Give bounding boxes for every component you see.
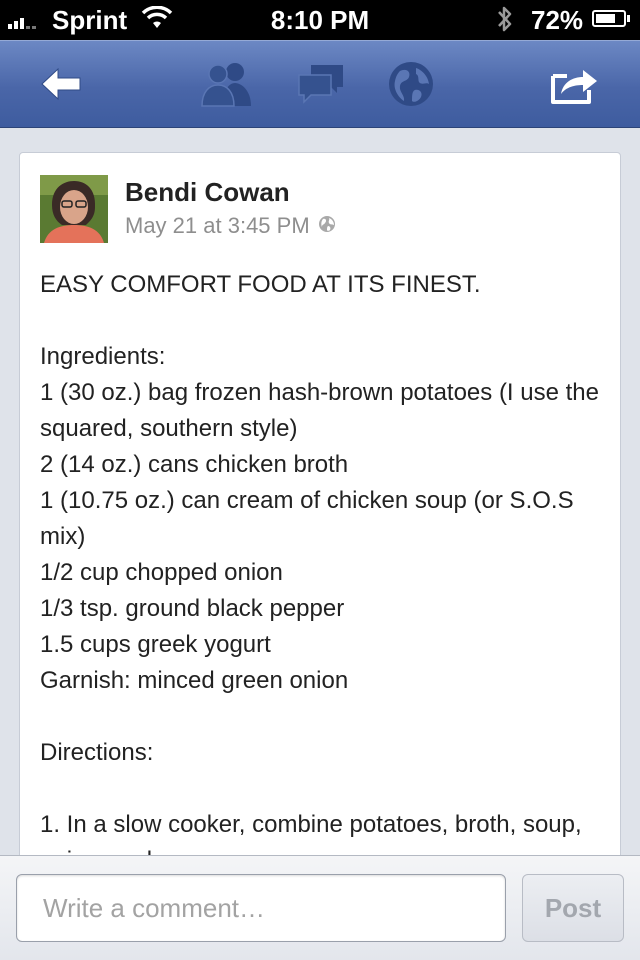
top-nav-bar [0, 40, 640, 128]
post-meta: May 21 at 3:45 PM [125, 213, 336, 239]
comment-input[interactable] [16, 874, 506, 942]
ingredient-line: 2 (14 oz.) cans chicken broth [40, 451, 349, 478]
messages-icon[interactable] [290, 55, 352, 113]
ingredient-line: 1 (30 oz.) bag frozen hash-brown potatoe… [40, 379, 599, 442]
ingredient-line: 1/3 tsp. ground black pepper [40, 595, 345, 622]
back-arrow-icon[interactable] [30, 55, 92, 113]
public-globe-icon [318, 213, 336, 239]
friend-requests-icon[interactable] [196, 55, 258, 113]
notifications-globe-icon[interactable] [380, 55, 442, 113]
directions-heading: Directions: [40, 739, 154, 766]
ingredient-line: 1 (10.75 oz.) can cream of chicken soup … [40, 487, 574, 550]
post-body: EASY COMFORT FOOD AT ITS FINEST. Ingredi… [40, 267, 600, 871]
post-author-name[interactable]: Bendi Cowan [125, 177, 290, 208]
ingredient-line: 1/2 cup chopped onion [40, 559, 283, 586]
avatar[interactable] [40, 175, 108, 243]
status-bar: Sprint 8:10 PM 72% [0, 0, 640, 40]
bluetooth-icon [496, 4, 514, 41]
post-comment-button[interactable]: Post [522, 874, 624, 942]
comment-bar: Post [0, 855, 640, 960]
post-card: Bendi Cowan May 21 at 3:45 PM EASY COMFO… [19, 152, 621, 872]
ingredient-line: Garnish: minced green onion [40, 667, 349, 694]
battery-percentage: 72% [531, 5, 584, 35]
share-icon[interactable] [544, 55, 606, 113]
ingredient-line: 1.5 cups greek yogurt [40, 631, 271, 658]
ingredients-heading: Ingredients: [40, 343, 166, 370]
battery-icon [592, 10, 630, 27]
post-title: EASY COMFORT FOOD AT ITS FINEST. [40, 271, 481, 298]
battery-level-fill [596, 14, 615, 23]
post-timestamp[interactable]: May 21 at 3:45 PM [125, 213, 310, 239]
